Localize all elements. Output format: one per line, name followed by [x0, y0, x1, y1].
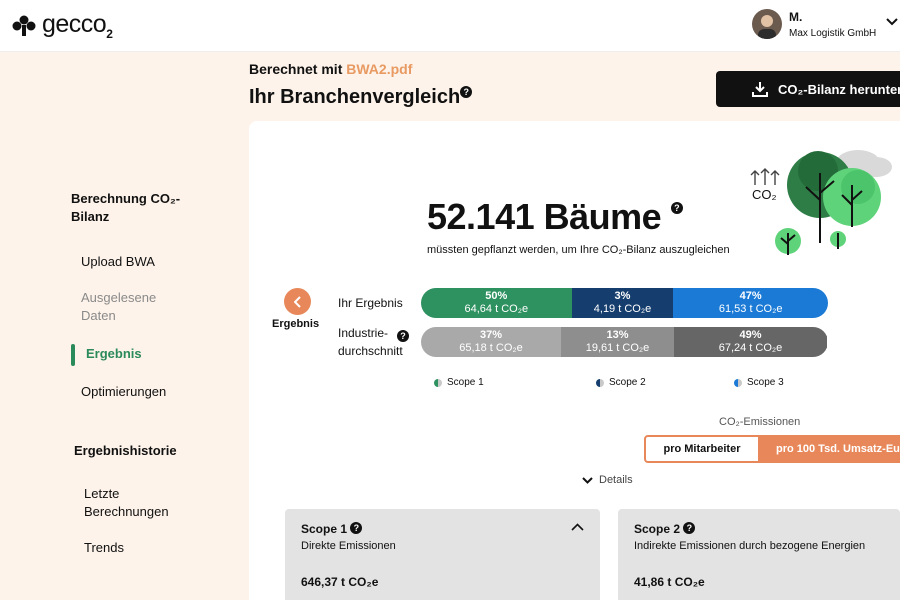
segment-percent: 13%: [606, 329, 629, 341]
legend-dot: [434, 378, 442, 387]
help-icon[interactable]: ?: [670, 202, 683, 214]
legend-dot: [734, 378, 742, 387]
segment-value: 64,64 t CO₂e: [464, 303, 529, 315]
per-revenue-option[interactable]: pro 100 Tsd. Umsatz-Eu: [760, 435, 900, 463]
legend-dot: [596, 378, 604, 387]
segment-percent: 50%: [485, 290, 508, 302]
user-menu[interactable]: M. Max Logistik GmbH: [752, 9, 876, 39]
own-result-bar: 50% 64,64 t CO₂e 3% 4,19 t CO₂e 47% 61,53 t C…: [421, 288, 828, 318]
back-button[interactable]: [284, 288, 311, 315]
help-icon[interactable]: ?: [350, 522, 363, 534]
chevron-down-icon: [582, 476, 593, 484]
legend-scope-2: Scope 2: [596, 377, 646, 388]
segment-value: 67,24 t CO₂e: [718, 342, 783, 354]
segment-value: 61,53 t CO₂e: [718, 303, 783, 315]
scope-title: Scope 2 ?: [634, 522, 696, 536]
scope-title: Scope 1 ?: [301, 522, 363, 536]
segment-percent: 47%: [739, 290, 762, 302]
sidebar-item-upload[interactable]: Upload BWA: [81, 253, 155, 271]
bar-segment-scope-3: 49% 67,24 t CO₂e: [674, 327, 827, 357]
bar-segment-scope-1: 37% 65,18 t CO₂e: [421, 327, 561, 357]
chevron-down-icon[interactable]: [886, 18, 898, 26]
page-title: Ihr Branchenvergleich?: [249, 86, 473, 109]
sidebar-item-recent[interactable]: Letzte Berechnungen: [84, 485, 184, 521]
download-icon: [752, 82, 768, 97]
segment-value: 4,19 t CO₂e: [593, 303, 652, 315]
scope-description: Indirekte Emissionen durch bezogene Ener…: [634, 540, 866, 552]
segment-percent: 49%: [739, 329, 762, 341]
tree-count: 52.141 Bäume ?: [427, 196, 683, 238]
co2-label: CO₂: [752, 187, 777, 202]
sidebar-item-trends[interactable]: Trends: [84, 539, 124, 557]
segment-percent: 37%: [479, 329, 503, 341]
logo-icon: [12, 15, 36, 36]
per-employee-option[interactable]: pro Mitarbeiter: [644, 435, 760, 463]
emissions-label: CO₂-Emissionen: [719, 416, 801, 428]
logo[interactable]: gecco2: [12, 10, 113, 41]
help-icon[interactable]: ?: [683, 522, 696, 534]
sidebar-item-extracted-data[interactable]: Ausgelesene Daten: [81, 289, 171, 325]
sidebar-item-result[interactable]: Ergebnis: [86, 345, 142, 363]
avatar: [752, 9, 782, 39]
legend-scope-1: Scope 1: [434, 377, 484, 388]
bar-segment-scope-2: 13% 19,61 t CO₂e: [561, 327, 674, 357]
details-toggle[interactable]: Details: [582, 474, 633, 486]
row-label-own: Ihr Ergebnis: [338, 296, 403, 310]
file-link[interactable]: BWA2.pdf: [346, 61, 412, 77]
bar-segment-scope-2: 3% 4,19 t CO₂e: [571, 288, 674, 318]
top-bar: gecco2 M. Max Logistik GmbH: [0, 0, 900, 52]
emissions-toggle: pro Mitarbeiter pro 100 Tsd. Umsatz-Eu: [644, 435, 900, 463]
download-button[interactable]: CO₂-Bilanz herunterl: [716, 71, 900, 107]
legend-scope-3: Scope 3: [734, 377, 784, 388]
segment-percent: 3%: [614, 290, 631, 302]
scope-value: 41,86 t CO₂e: [634, 575, 705, 589]
logo-text: gecco2: [42, 10, 113, 41]
computed-with: Berechnet mit BWA2.pdf: [249, 61, 413, 77]
sidebar-section-history: Ergebnishistorie: [74, 443, 177, 458]
user-company: Max Logistik GmbH: [789, 27, 877, 39]
industry-average-bar: 37% 65,18 t CO₂e 13% 19,61 t CO₂e 49% 67,24 t…: [421, 327, 828, 357]
back-label: Ergebnis: [272, 318, 320, 330]
user-name: M.: [789, 9, 803, 24]
chevron-left-icon: [293, 295, 301, 308]
segment-value: 19,61 t CO₂e: [585, 342, 650, 354]
sidebar-section-calculation: Berechnung CO₂-Bilanz: [71, 191, 181, 224]
scope-description: Direkte Emissionen: [301, 540, 396, 552]
row-label-industry: Industrie-durchschnitt: [338, 326, 403, 358]
help-icon[interactable]: ?: [397, 330, 409, 342]
scope-2-card[interactable]: Scope 2 ? Indirekte Emissionen durch bez…: [618, 509, 900, 600]
chevron-up-icon[interactable]: [571, 523, 584, 531]
bar-segment-scope-3: 47% 61,53 t CO₂e: [673, 288, 828, 318]
help-icon[interactable]: ?: [460, 86, 473, 98]
segment-value: 65,18 t CO₂e: [459, 342, 523, 354]
active-indicator: [71, 344, 75, 366]
tree-subtitle: müssten gepflanzt werden, um Ihre CO₂-Bi…: [427, 244, 730, 256]
sidebar-item-optimizations[interactable]: Optimierungen: [81, 383, 166, 401]
bar-segment-scope-1: 50% 64,64 t CO₂e: [421, 288, 572, 318]
scope-value: 646,37 t CO₂e: [301, 575, 379, 589]
scope-1-card[interactable]: Scope 1 ? Direkte Emissionen 646,37 t CO…: [285, 509, 600, 600]
